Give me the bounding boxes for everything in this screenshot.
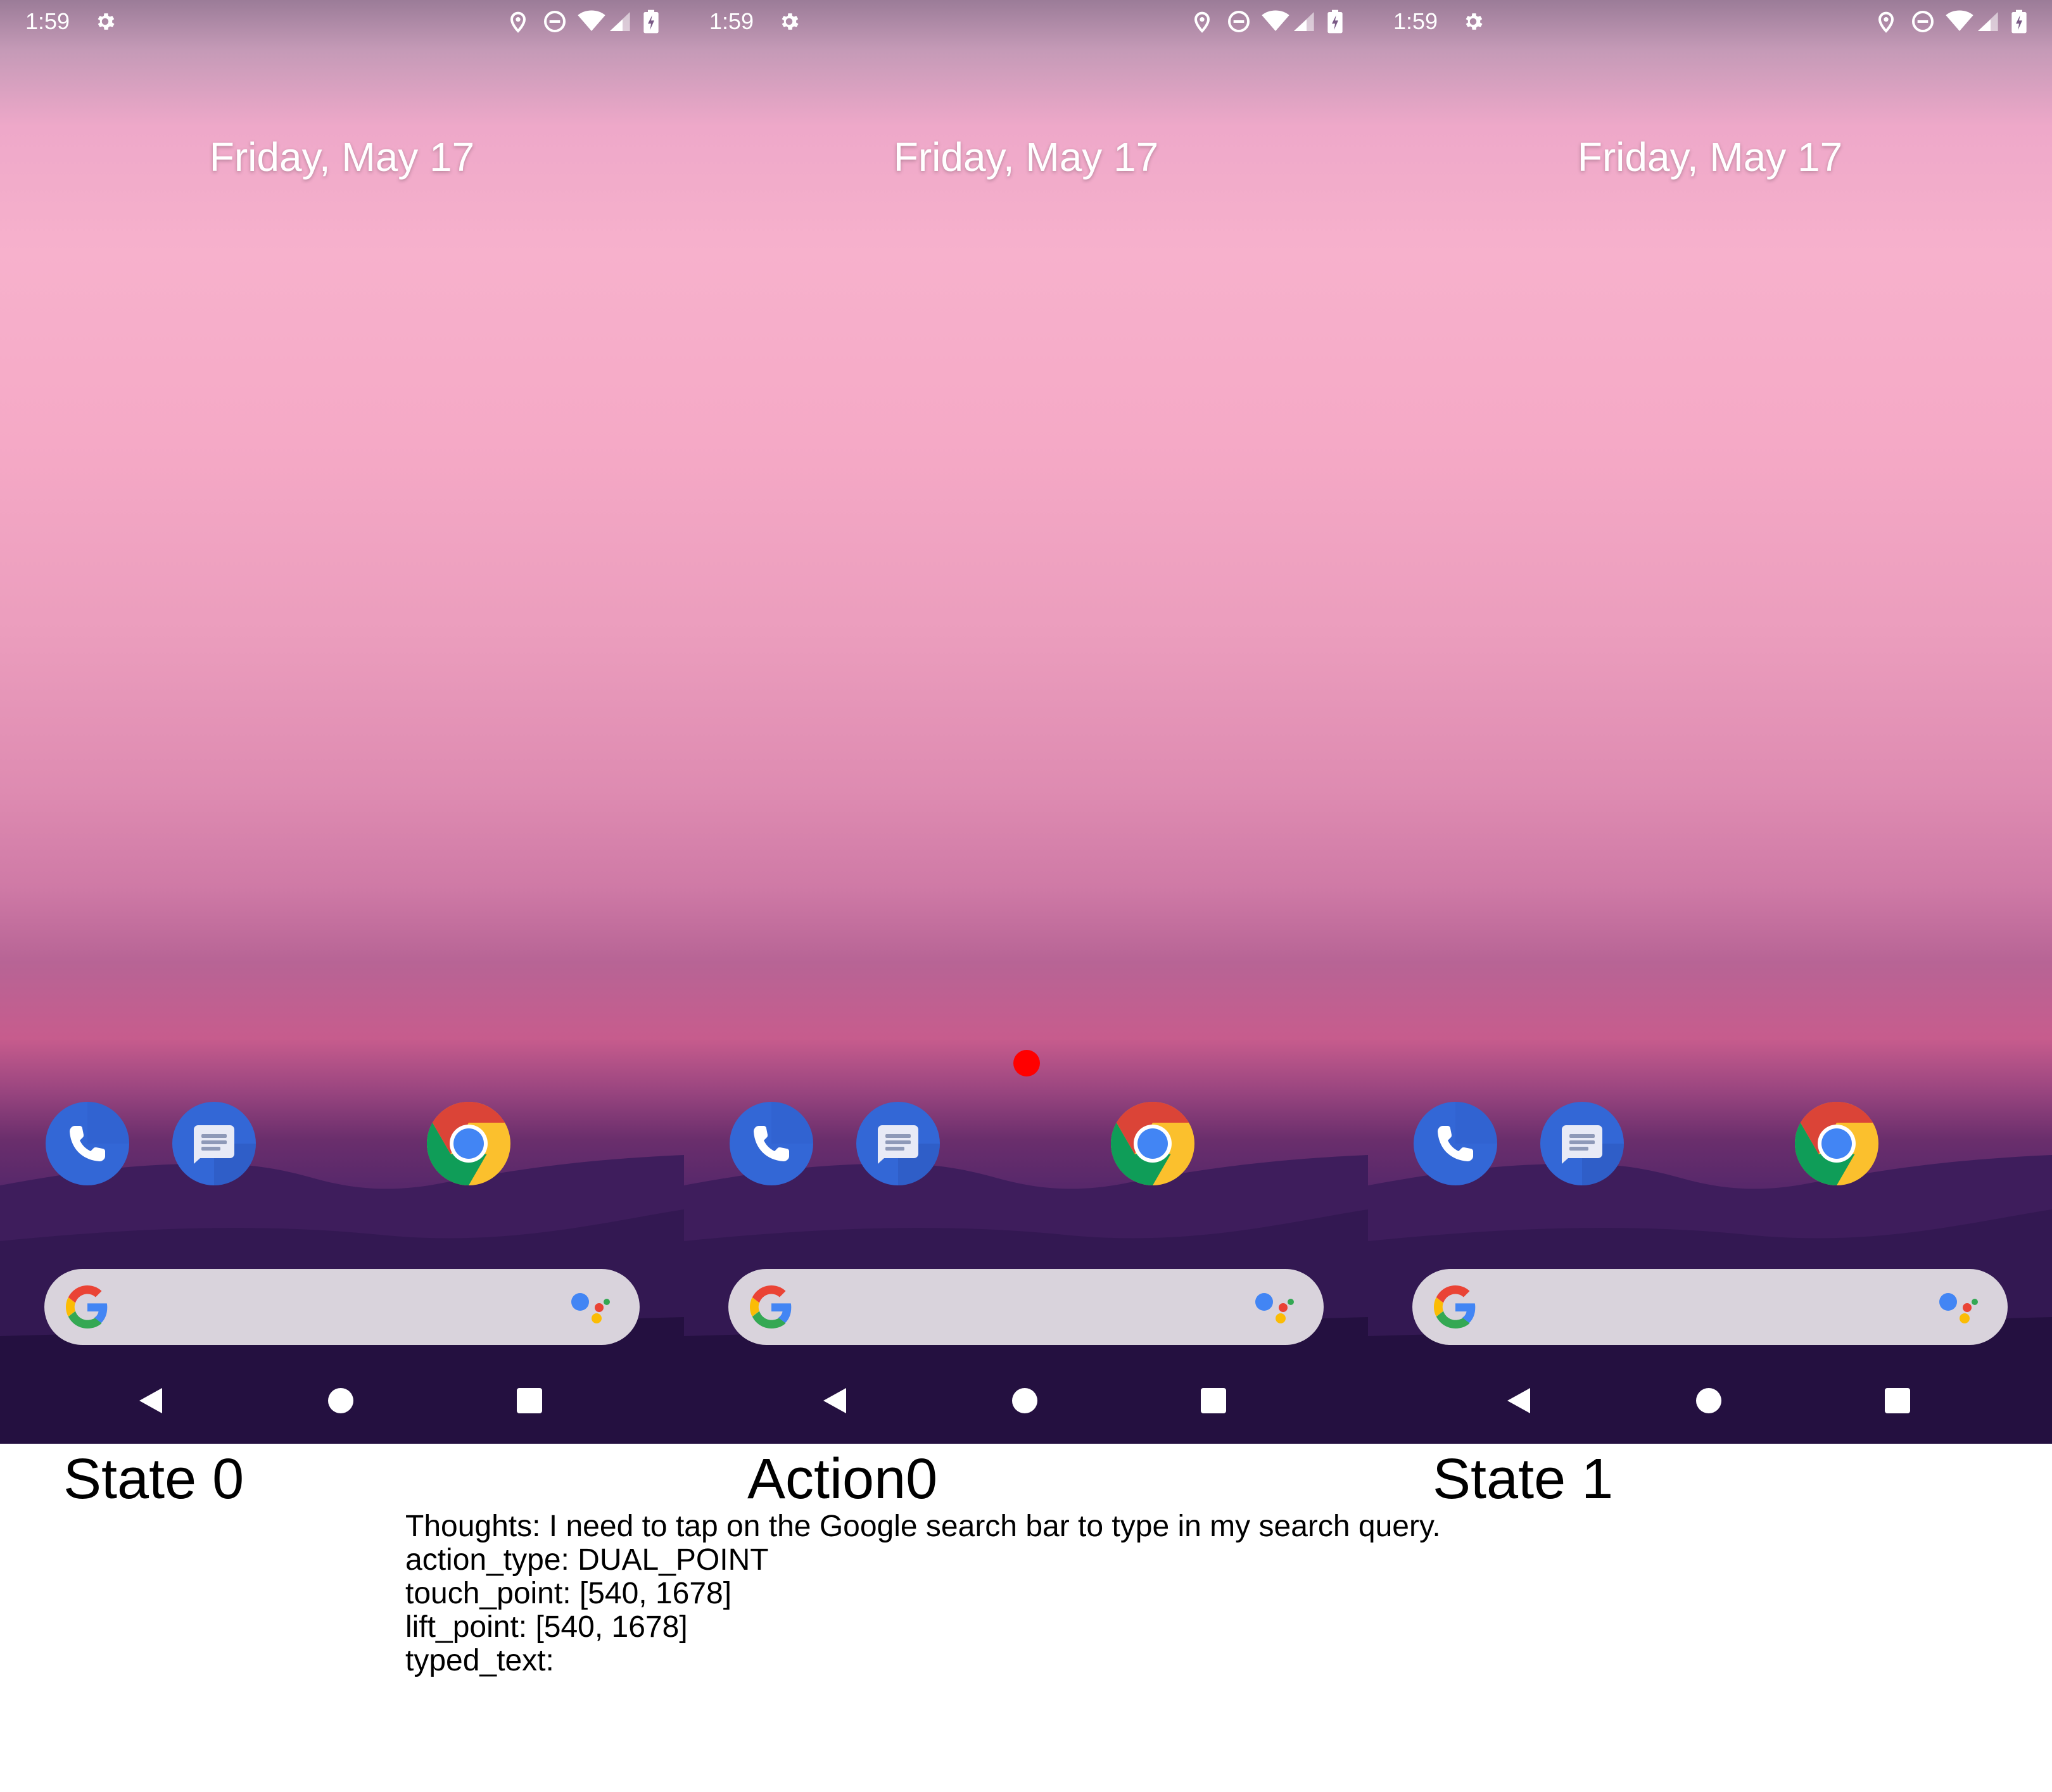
date-widget[interactable]: Friday, May 17 [0, 132, 684, 182]
phone-app-icon[interactable] [46, 1102, 129, 1185]
messages-icon [856, 1102, 940, 1185]
home-icon[interactable] [1012, 1388, 1037, 1413]
status-time: 1:59 [25, 8, 70, 34]
phone-icon [730, 1102, 813, 1185]
google-search-bar[interactable] [44, 1269, 640, 1345]
home-icon[interactable] [1696, 1388, 1721, 1413]
wifi-icon [578, 10, 605, 31]
messages-icon [172, 1102, 256, 1185]
do-not-disturb-icon [544, 11, 566, 32]
chrome-icon [1111, 1102, 1194, 1185]
battery-charging-icon [1327, 9, 1343, 34]
google-logo-icon [1434, 1285, 1476, 1328]
google-search-bar[interactable] [1412, 1269, 2008, 1345]
chrome-app-icon[interactable] [1111, 1102, 1194, 1185]
chrome-app-icon[interactable] [427, 1102, 510, 1185]
tap-marker [1013, 1050, 1040, 1076]
location-icon [1878, 11, 1894, 33]
touch-point-text: touch_point: [540, 1678] [405, 1577, 732, 1610]
settings-icon [782, 13, 799, 30]
battery-charging-icon [2011, 9, 2027, 34]
caption-state-1: State 1 [1433, 1448, 1614, 1511]
back-icon[interactable] [138, 1387, 163, 1415]
google-logo-icon [66, 1285, 108, 1328]
recents-icon[interactable] [517, 1388, 542, 1413]
date-widget[interactable]: Friday, May 17 [684, 132, 1368, 182]
caption-action-0: Action0 [747, 1448, 938, 1511]
signal-icon [1978, 12, 1998, 31]
typed-text-text: typed_text: [405, 1644, 554, 1677]
wifi-icon [1946, 10, 1973, 31]
action-type-text: action_type: DUAL_POINT [405, 1543, 769, 1577]
date-widget[interactable]: Friday, May 17 [1368, 132, 2052, 182]
screen-state-0: 1:59 Friday, May 17 [0, 0, 684, 1444]
status-time: 1:59 [709, 8, 754, 34]
settings-icon [1466, 13, 1483, 30]
action-details: Thoughts: I need to tap on the Google se… [405, 1510, 1441, 1677]
signal-icon [1294, 12, 1314, 31]
home-icon[interactable] [328, 1388, 353, 1413]
location-icon [1194, 11, 1210, 33]
caption-state-0: State 0 [63, 1448, 244, 1511]
google-logo-icon [750, 1285, 792, 1328]
location-icon [510, 11, 526, 33]
navigation-bar [1368, 1368, 2052, 1431]
thoughts-text: Thoughts: I need to tap on the Google se… [405, 1510, 1441, 1543]
messages-app-icon[interactable] [172, 1102, 256, 1185]
google-assistant-icon[interactable] [570, 1290, 611, 1327]
phone-app-icon[interactable] [730, 1102, 813, 1185]
wifi-icon [1262, 10, 1289, 31]
screen-state-1: 1:59 Friday, May 17 [1368, 0, 2052, 1444]
status-time: 1:59 [1393, 8, 1438, 34]
recents-icon[interactable] [1201, 1388, 1226, 1413]
messages-app-icon[interactable] [856, 1102, 940, 1185]
do-not-disturb-icon [1228, 11, 1250, 32]
back-icon[interactable] [822, 1387, 847, 1415]
google-assistant-icon[interactable] [1254, 1290, 1295, 1327]
screen-action-0: 1:59 Friday, May 17 [684, 0, 1368, 1444]
google-search-bar[interactable] [728, 1269, 1324, 1345]
recents-icon[interactable] [1885, 1388, 1910, 1413]
messages-app-icon[interactable] [1540, 1102, 1624, 1185]
phone-icon [1414, 1102, 1497, 1185]
back-icon[interactable] [1506, 1387, 1531, 1415]
phone-app-icon[interactable] [1414, 1102, 1497, 1185]
status-bar: 1:59 [0, 0, 684, 44]
do-not-disturb-icon [1912, 11, 1934, 32]
google-assistant-icon[interactable] [1938, 1290, 1979, 1327]
settings-icon [98, 13, 115, 30]
lift-point-text: lift_point: [540, 1678] [405, 1610, 688, 1644]
chrome-app-icon[interactable] [1795, 1102, 1878, 1185]
navigation-bar [0, 1368, 684, 1431]
status-bar: 1:59 [684, 0, 1368, 44]
navigation-bar [684, 1368, 1368, 1431]
chrome-icon [1795, 1102, 1878, 1185]
battery-charging-icon [643, 9, 659, 34]
status-bar: 1:59 [1368, 0, 2052, 44]
phone-icon [46, 1102, 129, 1185]
signal-icon [610, 12, 630, 31]
chrome-icon [427, 1102, 510, 1185]
messages-icon [1540, 1102, 1624, 1185]
